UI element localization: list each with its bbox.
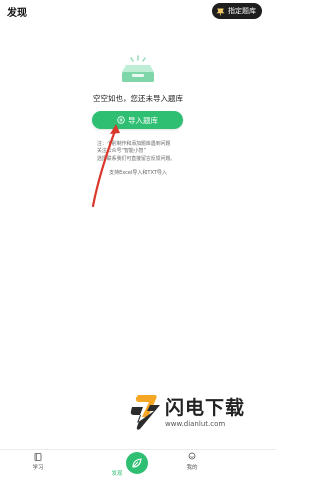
import-button-label: 导入题库 xyxy=(128,115,158,125)
watermark-url: www.dianlut.com xyxy=(165,420,226,428)
watermark-title: 闪电下载 xyxy=(165,397,246,419)
tab-label: 发现 xyxy=(111,471,123,477)
user-icon xyxy=(187,452,197,462)
leaf-icon xyxy=(132,458,142,468)
empty-tray-icon xyxy=(120,55,156,83)
tab-profile[interactable]: 我的 xyxy=(167,452,217,471)
watermark: 闪电下载 www.dianlut.com xyxy=(128,393,268,439)
discover-center-button[interactable] xyxy=(126,452,148,474)
top-bar: 发现 指定题库 xyxy=(0,0,276,24)
tab-label: 我的 xyxy=(186,465,198,471)
annotation-arrow xyxy=(91,124,120,208)
tab-label: 学习 xyxy=(32,465,44,471)
pin-question-bank-button[interactable]: 指定题库 xyxy=(212,3,262,19)
book-icon xyxy=(33,452,43,462)
lightning-logo-icon xyxy=(130,395,160,430)
support-formats-text: 支持Excel导入和TXT导入 xyxy=(109,170,167,176)
pin-icon xyxy=(216,7,225,16)
empty-state-message: 空空如也，您还未导入题库 xyxy=(93,94,183,103)
pin-button-label: 指定题库 xyxy=(228,7,256,15)
page-title: 发现 xyxy=(7,8,27,19)
tab-learn[interactable]: 学习 xyxy=(13,452,63,471)
